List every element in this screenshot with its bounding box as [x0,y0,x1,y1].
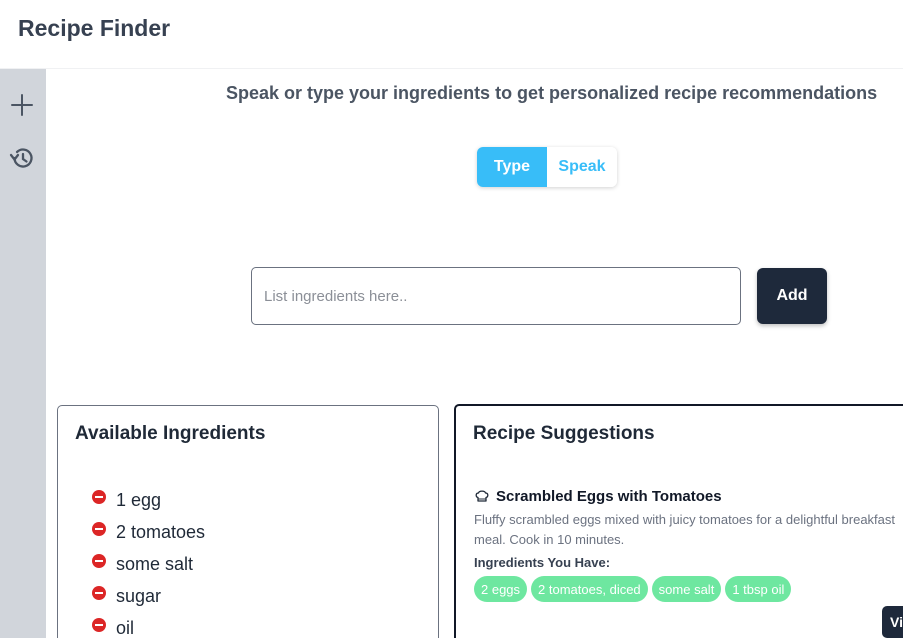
ingredient-item: some salt [92,548,205,580]
ingredient-tag: 2 eggs [474,576,528,602]
remove-icon[interactable] [92,522,106,536]
ingredient-label: sugar [116,585,162,606]
remove-icon[interactable] [92,554,106,568]
ingredient-label: 1 egg [116,489,162,510]
have-ingredient-tags: 2 eggs 2 tomatoes, diced some salt 1 tbs… [474,576,903,602]
history-icon[interactable] [9,145,35,171]
recipe-suggestions-card: Recipe Suggestions Scrambled Eggs with T… [454,404,903,638]
ingredient-tag: 2 tomatoes, diced [531,576,648,602]
speak-mode-button[interactable]: Speak [547,147,617,187]
chef-hat-icon [474,488,490,504]
plus-icon[interactable] [9,92,35,118]
ingredient-label: some salt [116,553,194,574]
remove-icon[interactable] [92,618,106,632]
ingredient-item: sugar [92,580,205,612]
ingredient-label: oil [116,617,135,638]
available-ingredients-title: Available Ingredients [75,423,266,444]
ingredient-label: 2 tomatoes [116,521,206,542]
ingredients-you-have-label: Ingredients You Have: [474,555,611,570]
top-bar: Recipe Finder [0,0,903,69]
available-ingredients-card: Available Ingredients 1 egg 2 tomatoes s… [57,405,439,638]
page-subtitle: Speak or type your ingredients to get pe… [226,83,878,103]
ingredient-input[interactable] [251,267,741,325]
input-mode-toggle: Type Speak [477,147,617,187]
ingredient-list: 1 egg 2 tomatoes some salt sugar oil [92,484,205,638]
add-button[interactable]: Add [757,268,827,324]
view-recipe-button[interactable]: View [882,606,903,638]
remove-icon[interactable] [92,490,106,504]
ingredient-item: oil [92,612,205,638]
ingredient-tag: 1 tbsp oil [725,576,792,602]
remove-icon[interactable] [92,586,106,600]
type-mode-button[interactable]: Type [477,147,547,187]
ingredient-tag: some salt [651,576,722,602]
sidebar [0,69,46,638]
recipe-description: Fluffy scrambled eggs mixed with juicy t… [474,512,896,547]
ingredient-item: 2 tomatoes [92,516,205,548]
recipe-suggestions-title: Recipe Suggestions [473,423,655,444]
recipe-item: Scrambled Eggs with Tomatoes Fluffy scra… [474,486,903,602]
app-title: Recipe Finder [18,15,171,41]
recipe-name[interactable]: Scrambled Eggs with Tomatoes [496,488,722,505]
recipe-header: Scrambled Eggs with Tomatoes [474,486,903,506]
ingredient-item: 1 egg [92,484,205,516]
